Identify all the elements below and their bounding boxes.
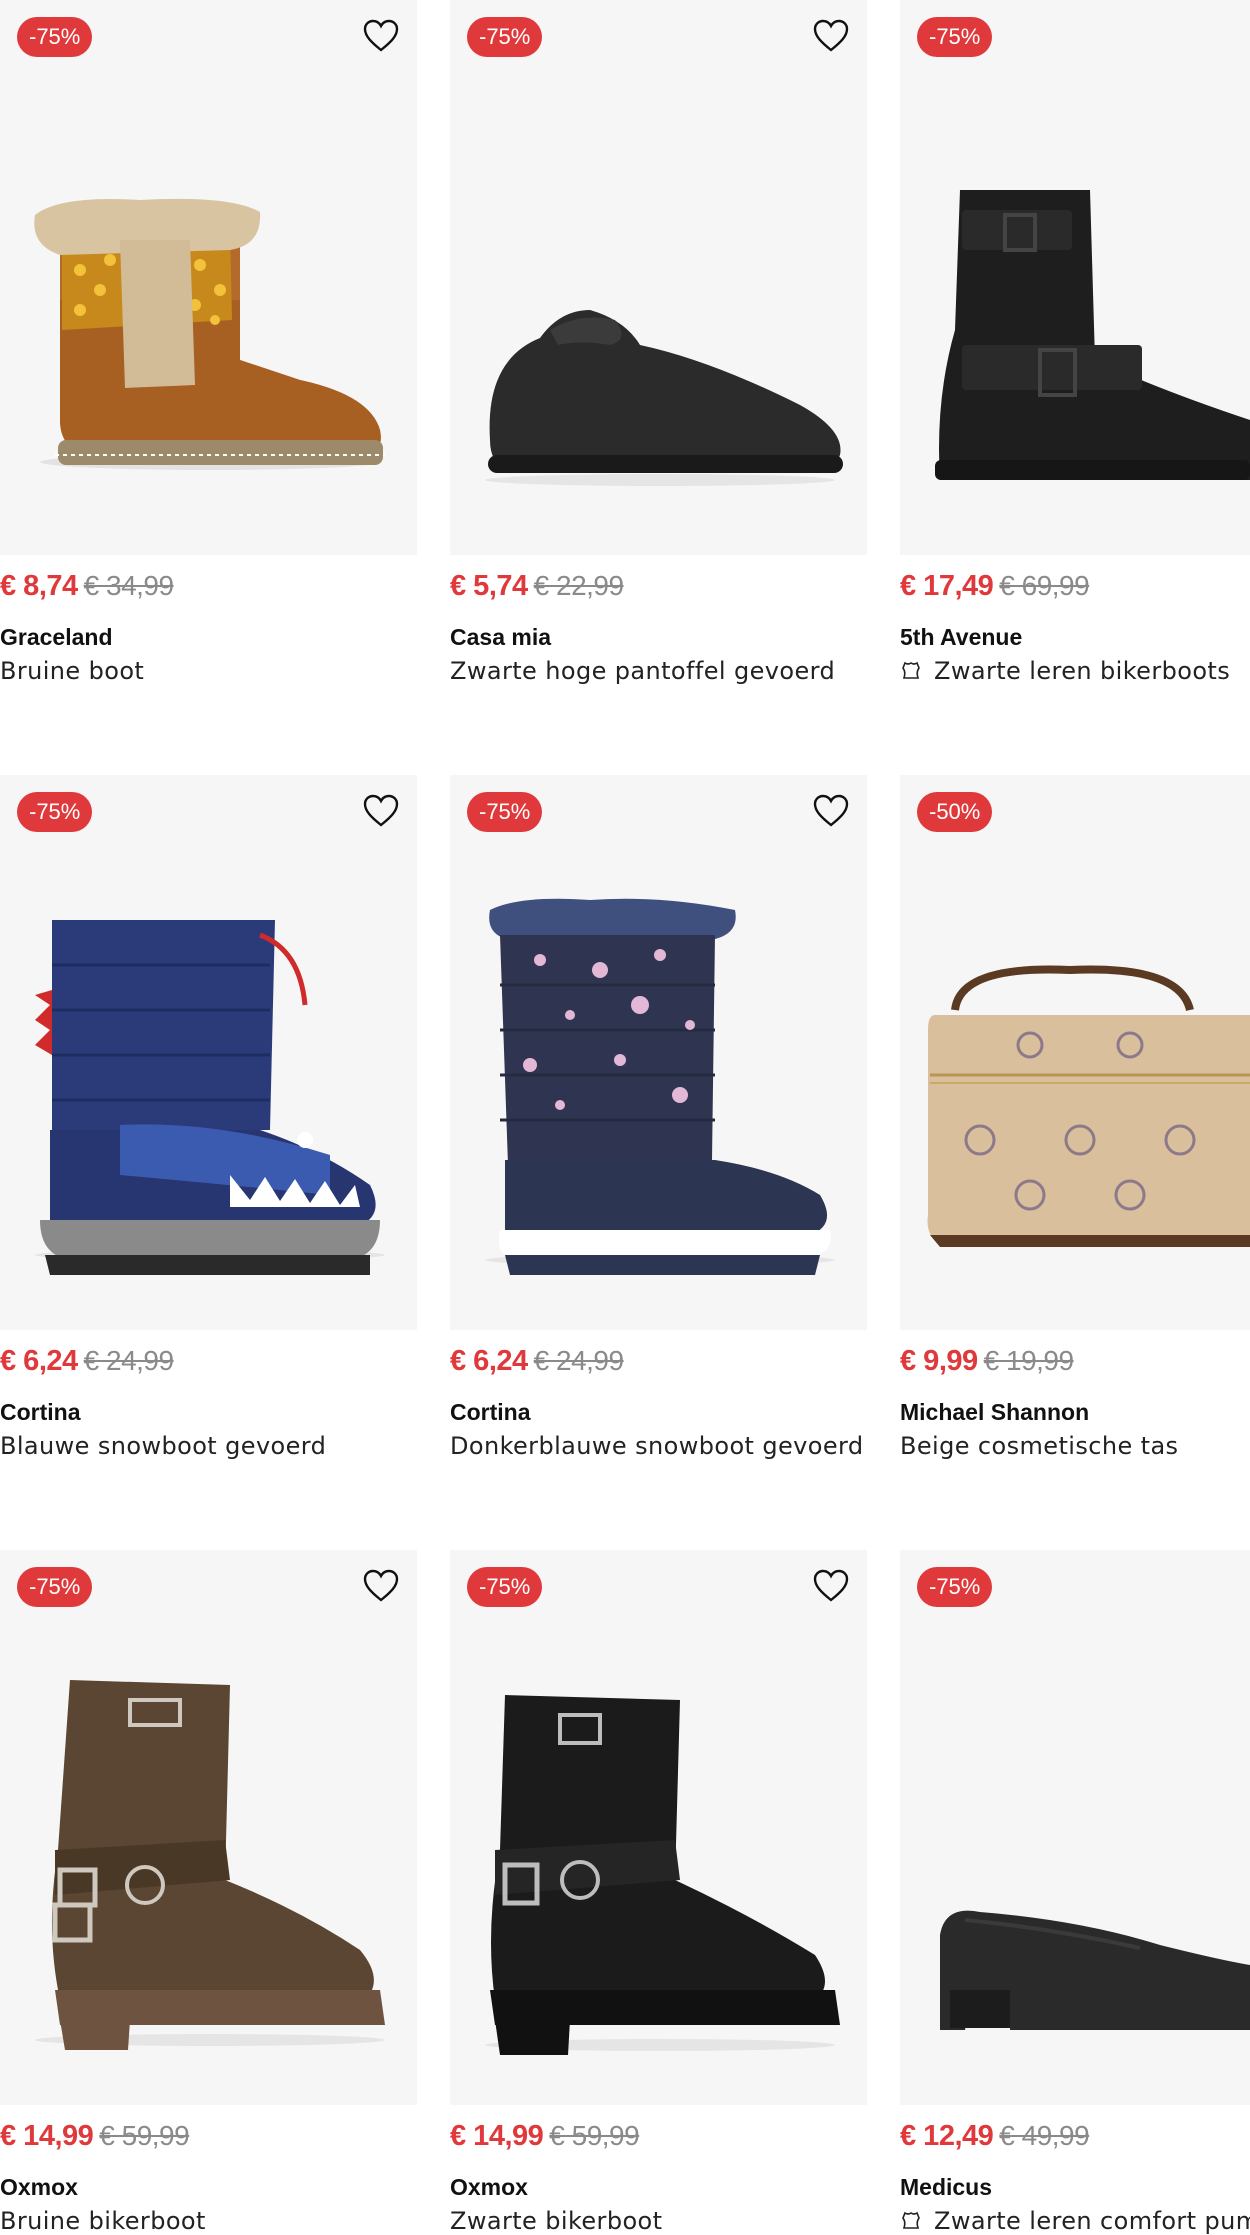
- sale-price: € 14,99: [450, 2120, 544, 2152]
- brown-fur-boot-image: [34, 198, 385, 470]
- product-image[interactable]: [900, 775, 1250, 1330]
- description-text: Zwarte leren bikerboots: [934, 657, 1231, 685]
- discount-badge: -75%: [917, 1567, 993, 1607]
- black-slipper-image: [485, 310, 843, 486]
- old-price: € 34,99: [83, 570, 174, 601]
- brand-name[interactable]: Medicus: [900, 2174, 992, 2201]
- old-price: € 49,99: [999, 2120, 1090, 2151]
- product-description[interactable]: Zwarte leren bikerboots: [900, 657, 1230, 685]
- product-image[interactable]: [450, 0, 867, 555]
- discount-badge: -75%: [467, 1567, 543, 1607]
- product-image[interactable]: [0, 775, 417, 1330]
- old-price: € 59,99: [549, 2120, 640, 2151]
- sale-price: € 6,24: [450, 1345, 528, 1377]
- price-row: € 6,24 € 24,99: [450, 1345, 624, 1385]
- price-row: € 12,49 € 49,99: [900, 2120, 1090, 2160]
- sale-price: € 5,74: [450, 570, 528, 602]
- old-price: € 22,99: [533, 570, 624, 601]
- product-grid: -75% € 8,74 € 34,99 Graceland Bruine boot…: [0, 0, 1250, 2235]
- price-row: € 8,74 € 34,99: [0, 570, 174, 610]
- leather-icon: [902, 661, 920, 679]
- price-row: € 5,74 € 22,99: [450, 570, 624, 610]
- navy-snowboot-image: [485, 898, 835, 1275]
- description-text: Donkerblauwe snowboot gevoerd: [450, 1432, 864, 1460]
- black-bikerboot-image: [485, 1695, 840, 2055]
- brand-name[interactable]: Oxmox: [450, 2174, 528, 2201]
- blue-snowboot-image: [35, 920, 385, 1275]
- discount-badge: -75%: [467, 792, 543, 832]
- old-price: € 24,99: [83, 1345, 174, 1376]
- discount-badge: -75%: [17, 1567, 93, 1607]
- heart-icon[interactable]: [813, 1569, 849, 1603]
- sale-price: € 8,74: [0, 570, 78, 602]
- heart-icon[interactable]: [813, 19, 849, 53]
- description-text: Zwarte bikerboot: [450, 2207, 663, 2235]
- discount-badge: -50%: [917, 792, 993, 832]
- discount-badge: -75%: [467, 17, 543, 57]
- black-bikerboot-image: [935, 190, 1250, 480]
- old-price: € 59,99: [99, 2120, 190, 2151]
- product-description[interactable]: Zwarte hoge pantoffel gevoerd: [450, 657, 835, 685]
- brand-name[interactable]: Cortina: [450, 1399, 531, 1426]
- price-row: € 14,99 € 59,99: [0, 2120, 190, 2160]
- beige-cosmetic-bag-image: [927, 965, 1250, 1247]
- heart-icon[interactable]: [363, 19, 399, 53]
- heart-icon[interactable]: [363, 794, 399, 828]
- discount-badge: -75%: [17, 792, 93, 832]
- product-description[interactable]: Bruine boot: [0, 657, 144, 685]
- product-description[interactable]: Beige cosmetische tas: [900, 1432, 1178, 1460]
- price-row: € 14,99 € 59,99: [450, 2120, 640, 2160]
- brown-bikerboot-image: [35, 1680, 385, 2050]
- product-image[interactable]: [900, 0, 1250, 555]
- brand-name[interactable]: Casa mia: [450, 624, 551, 651]
- sale-price: € 14,99: [0, 2120, 94, 2152]
- product-description[interactable]: Zwarte bikerboot: [450, 2207, 662, 2235]
- product-description[interactable]: Bruine bikerboot: [0, 2207, 206, 2235]
- price-row: € 9,99 € 19,99: [900, 1345, 1074, 1385]
- price-row: € 6,24 € 24,99: [0, 1345, 174, 1385]
- sale-price: € 12,49: [900, 2120, 994, 2152]
- black-pump-image: [940, 1910, 1250, 2030]
- sale-price: € 6,24: [0, 1345, 78, 1377]
- brand-name[interactable]: 5th Avenue: [900, 624, 1022, 651]
- description-text: Zwarte hoge pantoffel gevoerd: [450, 657, 836, 685]
- description-text: Blauwe snowboot gevoerd: [0, 1432, 327, 1460]
- product-description[interactable]: Zwarte leren comfort pump: [900, 2207, 1250, 2235]
- description-text: Bruine boot: [0, 657, 145, 685]
- description-text: Beige cosmetische tas: [900, 1432, 1179, 1460]
- heart-icon[interactable]: [813, 794, 849, 828]
- old-price: € 24,99: [533, 1345, 624, 1376]
- product-image[interactable]: [0, 1550, 417, 2105]
- product-description[interactable]: Donkerblauwe snowboot gevoerd: [450, 1432, 864, 1460]
- brand-name[interactable]: Michael Shannon: [900, 1399, 1089, 1426]
- product-image[interactable]: [0, 0, 417, 555]
- product-image[interactable]: [450, 1550, 867, 2105]
- product-description[interactable]: Blauwe snowboot gevoerd: [0, 1432, 326, 1460]
- price-row: € 17,49 € 69,99: [900, 570, 1090, 610]
- product-image[interactable]: [900, 1550, 1250, 2105]
- leather-icon: [902, 2211, 920, 2229]
- brand-name[interactable]: Oxmox: [0, 2174, 78, 2201]
- sale-price: € 17,49: [900, 570, 994, 602]
- old-price: € 69,99: [999, 570, 1090, 601]
- brand-name[interactable]: Cortina: [0, 1399, 81, 1426]
- description-text: Bruine bikerboot: [0, 2207, 206, 2235]
- description-text: Zwarte leren comfort pump: [934, 2207, 1250, 2235]
- product-image[interactable]: [450, 775, 867, 1330]
- sale-price: € 9,99: [900, 1345, 978, 1377]
- heart-icon[interactable]: [363, 1569, 399, 1603]
- brand-name[interactable]: Graceland: [0, 624, 113, 651]
- discount-badge: -75%: [917, 17, 993, 57]
- discount-badge: -75%: [17, 17, 93, 57]
- old-price: € 19,99: [983, 1345, 1074, 1376]
